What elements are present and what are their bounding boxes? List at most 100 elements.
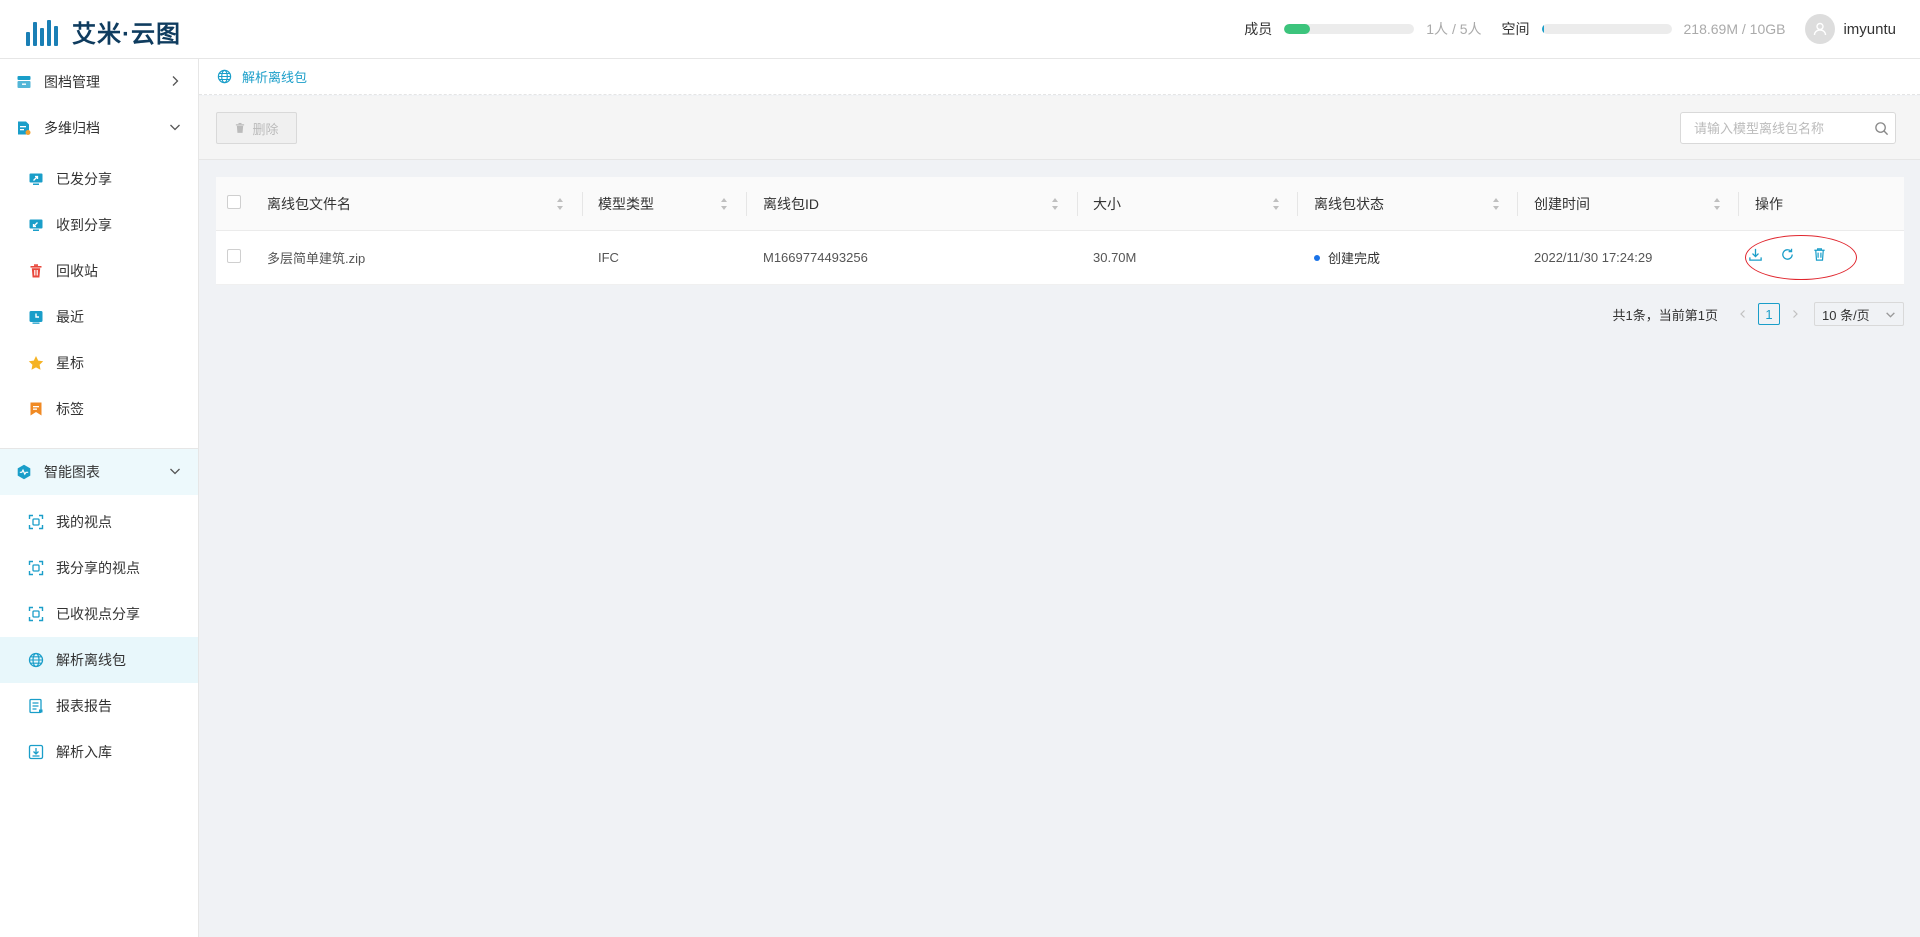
sidebar-group-label: 智能图表 bbox=[44, 464, 100, 480]
chart-pulse-icon bbox=[16, 464, 32, 480]
chevron-down-icon bbox=[1885, 309, 1896, 320]
sidebar-item-label: 报表报告 bbox=[56, 698, 112, 714]
column-header-size[interactable]: 大小 bbox=[1093, 177, 1121, 230]
space-label: 空间 bbox=[1501, 21, 1530, 37]
delete-icon[interactable] bbox=[1810, 245, 1828, 263]
sort-icon[interactable] bbox=[556, 197, 564, 211]
column-separator bbox=[1297, 192, 1298, 216]
search-box[interactable] bbox=[1680, 112, 1896, 144]
members-progress-fill bbox=[1284, 24, 1311, 34]
app-logo[interactable]: 艾米·云图 bbox=[26, 14, 181, 49]
offline-package-table: 离线包文件名 模型类型 离线包ID 大小 离线包状态 创建时间 操作 多层简单建… bbox=[216, 177, 1904, 285]
status-text: 创建完成 bbox=[1328, 251, 1381, 266]
sidebar: 图档管理 多维归档 已发分享 收到分享 回收站 最近 星标 标签 智能图表 我的… bbox=[0, 59, 199, 937]
sort-icon[interactable] bbox=[1051, 197, 1059, 211]
page-number-button[interactable]: 1 bbox=[1758, 303, 1780, 325]
column-separator bbox=[1077, 192, 1078, 216]
refresh-icon[interactable] bbox=[1778, 245, 1796, 263]
sidebar-item-tags[interactable]: 标签 bbox=[0, 386, 198, 432]
search-icon[interactable] bbox=[1874, 121, 1889, 136]
search-input[interactable] bbox=[1692, 120, 1866, 137]
sort-icon[interactable] bbox=[1492, 197, 1500, 211]
column-header-file-name[interactable]: 离线包文件名 bbox=[267, 177, 351, 230]
chevron-down-icon bbox=[168, 120, 182, 134]
avatar[interactable] bbox=[1805, 14, 1836, 44]
top-header: 艾米·云图 成员 1人 / 5人 空间 218.69M / 10GB imyun… bbox=[0, 0, 1920, 59]
select-all-checkbox[interactable] bbox=[227, 195, 241, 209]
globe-icon bbox=[217, 69, 232, 84]
import-icon bbox=[28, 744, 44, 760]
column-header-model-type[interactable]: 模型类型 bbox=[598, 177, 654, 230]
clock-icon bbox=[28, 309, 44, 325]
sidebar-item-reports[interactable]: 报表报告 bbox=[0, 683, 198, 729]
sidebar-item-label: 我分享的视点 bbox=[56, 560, 140, 576]
table-row[interactable]: 多层简单建筑.zip IFC M1669774493256 30.70M 创建完… bbox=[216, 231, 1904, 285]
sidebar-item-shared-viewpoints[interactable]: 我分享的视点 bbox=[0, 545, 198, 591]
download-icon[interactable] bbox=[1746, 245, 1764, 263]
sidebar-item-offline-package[interactable]: 解析离线包 bbox=[0, 637, 198, 683]
breadcrumb-current[interactable]: 解析离线包 bbox=[242, 67, 307, 86]
share-out-icon bbox=[28, 171, 44, 187]
sidebar-item-recent[interactable]: 最近 bbox=[0, 294, 198, 340]
sidebar-group-label: 多维归档 bbox=[44, 120, 100, 136]
column-header-status[interactable]: 离线包状态 bbox=[1314, 177, 1384, 230]
viewpoint-share-icon bbox=[28, 560, 44, 576]
members-value: 1人 / 5人 bbox=[1426, 21, 1482, 37]
sort-icon[interactable] bbox=[1272, 197, 1280, 211]
sort-icon[interactable] bbox=[720, 197, 728, 211]
star-icon bbox=[28, 355, 44, 371]
cell-file-name: 多层简单建筑.zip bbox=[267, 251, 366, 266]
sidebar-item-starred[interactable]: 星标 bbox=[0, 340, 198, 386]
username[interactable]: imyuntu bbox=[1843, 21, 1896, 38]
trash-icon bbox=[28, 263, 44, 279]
table-header: 离线包文件名 模型类型 离线包ID 大小 离线包状态 创建时间 操作 bbox=[216, 177, 1904, 231]
toolbar: 删除 bbox=[199, 96, 1920, 160]
sidebar-item-received-viewpoints[interactable]: 已收视点分享 bbox=[0, 591, 198, 637]
delete-button[interactable]: 删除 bbox=[216, 112, 297, 144]
sort-icon[interactable] bbox=[1713, 197, 1721, 211]
sidebar-item-label: 我的视点 bbox=[56, 514, 112, 530]
sidebar-group-drawing-management[interactable]: 图档管理 bbox=[0, 59, 198, 105]
status-dot-icon bbox=[1314, 254, 1320, 261]
viewpoint-icon bbox=[28, 514, 44, 530]
header-status-area: 成员 1人 / 5人 空间 218.69M / 10GB imyuntu bbox=[1244, 0, 1896, 58]
page-size-value: 10 条/页 bbox=[1822, 307, 1870, 323]
sidebar-item-label: 收到分享 bbox=[56, 217, 112, 233]
sidebar-item-recycle-bin[interactable]: 回收站 bbox=[0, 248, 198, 294]
user-icon bbox=[1812, 21, 1828, 37]
bookmark-icon bbox=[28, 401, 44, 417]
next-page-icon[interactable] bbox=[1788, 307, 1802, 321]
members-progress bbox=[1284, 24, 1415, 34]
page-size-select[interactable]: 10 条/页 bbox=[1814, 302, 1904, 326]
sidebar-group-multi-archive[interactable]: 多维归档 bbox=[0, 105, 198, 151]
column-separator bbox=[746, 192, 747, 216]
viewpoint-received-icon bbox=[28, 606, 44, 622]
chevron-right-icon bbox=[168, 74, 182, 88]
sidebar-item-label: 最近 bbox=[56, 309, 84, 325]
cell-status: 创建完成 bbox=[1314, 231, 1380, 284]
sidebar-item-label: 解析离线包 bbox=[56, 652, 126, 668]
column-header-actions: 操作 bbox=[1755, 195, 1783, 212]
pagination: 共1条，当前第1页 1 10 条/页 bbox=[1613, 302, 1904, 326]
sidebar-item-received-shares[interactable]: 收到分享 bbox=[0, 202, 198, 248]
sidebar-item-label: 已收视点分享 bbox=[56, 606, 140, 622]
space-progress bbox=[1541, 24, 1672, 34]
sidebar-item-my-viewpoints[interactable]: 我的视点 bbox=[0, 499, 198, 545]
sidebar-item-label: 已发分享 bbox=[56, 171, 112, 187]
pagination-summary: 共1条，当前第1页 bbox=[1612, 307, 1718, 323]
sidebar-item-label: 回收站 bbox=[56, 263, 98, 279]
row-checkbox[interactable] bbox=[227, 249, 241, 263]
sidebar-item-parse-import[interactable]: 解析入库 bbox=[0, 729, 198, 775]
globe-icon bbox=[28, 652, 44, 668]
column-header-created-at[interactable]: 创建时间 bbox=[1534, 177, 1590, 230]
trash-icon bbox=[234, 122, 246, 134]
sidebar-item-label: 星标 bbox=[56, 355, 84, 371]
column-header-package-id[interactable]: 离线包ID bbox=[763, 177, 819, 230]
column-separator bbox=[1517, 192, 1518, 216]
sidebar-group-smart-charts[interactable]: 智能图表 bbox=[0, 449, 198, 495]
column-separator bbox=[582, 192, 583, 216]
prev-page-icon[interactable] bbox=[1736, 307, 1750, 321]
sidebar-item-sent-shares[interactable]: 已发分享 bbox=[0, 156, 198, 202]
sidebar-item-label: 标签 bbox=[56, 401, 84, 417]
archive-icon bbox=[16, 74, 32, 90]
